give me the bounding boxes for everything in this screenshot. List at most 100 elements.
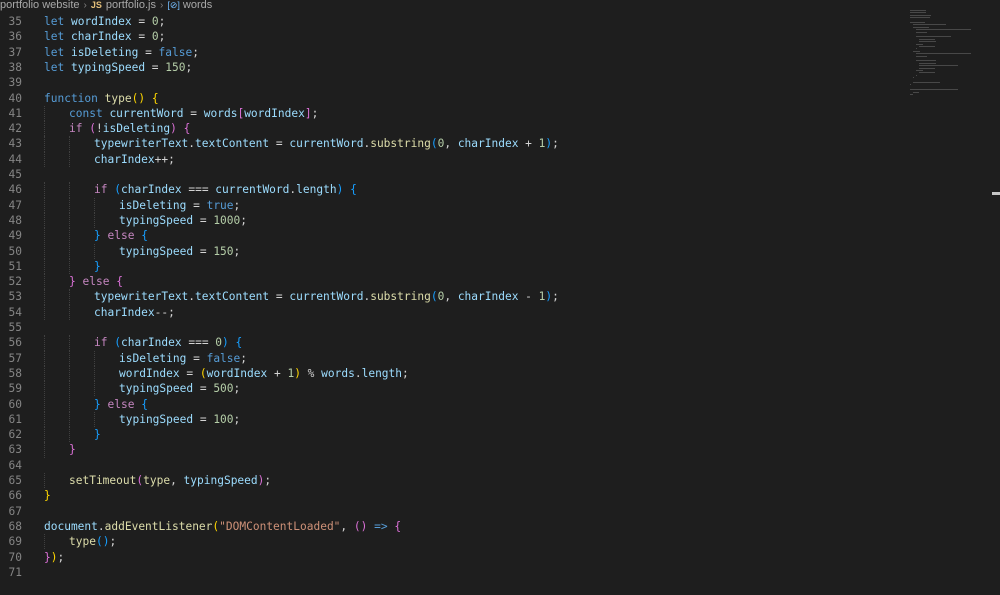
code-line[interactable]: 54 charIndex--; <box>0 304 900 320</box>
code-line[interactable]: 43 typewriterText.textContent = currentWo… <box>0 136 900 152</box>
minimap-line <box>916 53 971 55</box>
code-token: ; <box>240 351 248 365</box>
code-line[interactable]: 41 const currentWord = words[wordIndex]; <box>0 105 900 122</box>
code-token: substring <box>370 137 431 151</box>
code-token: ; <box>57 550 65 564</box>
code-line[interactable]: 59 typingSpeed = 500; <box>0 381 900 397</box>
minimap-line <box>916 43 924 45</box>
code-text: function type() { <box>44 91 159 106</box>
code-line[interactable]: 38 let typingSpeed = 150; <box>0 60 900 75</box>
minimap-line <box>919 65 958 67</box>
code-line[interactable]: 50 typingSpeed = 150; <box>0 243 900 259</box>
code-line[interactable]: 64 <box>0 458 900 473</box>
breadcrumb-folder[interactable]: portfolio website <box>0 0 80 11</box>
code-line[interactable]: 46 if (charIndex === currentWord.length) … <box>0 182 900 198</box>
indent-guide <box>44 350 45 366</box>
code-line[interactable]: 49} else { <box>0 228 900 244</box>
breadcrumb-file[interactable]: portfolio.js <box>106 0 156 11</box>
code-line[interactable]: 62} <box>0 427 900 443</box>
indent-guide <box>94 197 95 213</box>
code-text: type(); <box>69 534 116 549</box>
code-token: } <box>94 397 101 411</box>
line-number: 60 <box>8 397 22 411</box>
indent-guide <box>44 182 45 198</box>
indent-guide <box>69 350 70 366</box>
code-line[interactable]: 44 charIndex++; <box>0 151 900 167</box>
code-token: if <box>69 122 83 136</box>
code-token: typingSpeed <box>70 60 146 74</box>
line-number: 68 <box>8 519 22 533</box>
code-line[interactable]: 52} else { <box>0 274 900 290</box>
code-line[interactable]: 35 let wordIndex = 0; <box>0 14 900 29</box>
indent-guide <box>44 136 45 152</box>
code-token: = <box>193 244 214 258</box>
code-line[interactable]: 42 if (!isDeleting) { <box>0 121 900 137</box>
code-token: ; <box>185 60 193 74</box>
code-line[interactable]: 66} <box>0 488 900 503</box>
js-file-icon: JS <box>90 0 102 10</box>
code-line[interactable]: 71 <box>0 565 900 580</box>
indent-guide <box>69 151 70 167</box>
code-editor[interactable]: 35 let wordIndex = 0; 36 let charIndex = 0;… <box>0 12 990 595</box>
code-token: = <box>145 60 166 74</box>
code-token: addEventListener <box>104 519 213 533</box>
code-line[interactable]: 65 setTimeout(type, typingSpeed); <box>0 473 900 489</box>
minimap[interactable] <box>910 10 971 105</box>
indent-guide <box>44 381 45 397</box>
code-token: currentWord <box>109 106 184 120</box>
code-text: typingSpeed = 150; <box>119 244 240 259</box>
code-line[interactable]: 57 isDeleting = false; <box>0 350 900 366</box>
code-text: isDeleting = true; <box>119 198 240 213</box>
code-token: true <box>206 198 234 212</box>
code-line[interactable]: 70}); <box>0 550 900 565</box>
code-line[interactable]: 68 document.addEventListener("DOMContentL… <box>0 519 900 534</box>
code-line[interactable]: 60} else { <box>0 396 900 412</box>
line-number: 56 <box>8 336 22 350</box>
code-token: charIndex <box>457 137 519 151</box>
code-line[interactable]: 61 typingSpeed = 100; <box>0 411 900 428</box>
code-line[interactable]: 56 if (charIndex === 0) { <box>0 335 900 351</box>
code-token: = <box>131 15 152 28</box>
minimap-line <box>916 74 917 76</box>
code-token: === <box>181 336 216 350</box>
code-token: 500 <box>213 382 234 396</box>
code-token: isDeleting <box>102 122 171 136</box>
line-number: 51 <box>8 259 22 273</box>
code-line[interactable]: 36 let charIndex = 0; <box>0 29 900 44</box>
breadcrumb-symbol[interactable]: words <box>183 0 212 11</box>
line-number: 52 <box>8 275 22 289</box>
chevron-right-icon: › <box>83 0 87 11</box>
scrollbar-thumb[interactable] <box>992 192 1000 195</box>
code-token: words <box>321 366 355 380</box>
code-line[interactable]: 58 wordIndex = (wordIndex + 1) % words.le… <box>0 365 900 382</box>
code-token: % <box>300 366 322 380</box>
code-line[interactable]: 37 let isDeleting = false; <box>0 45 900 60</box>
indent-guide <box>69 243 70 259</box>
vertical-scrollbar[interactable] <box>990 12 1000 595</box>
code-token: length <box>296 183 337 197</box>
code-text: if (charIndex === 0) { <box>94 335 242 350</box>
code-line[interactable]: 45 <box>0 167 900 182</box>
code-line[interactable]: 39 <box>0 75 900 90</box>
indent-guide <box>44 365 45 382</box>
indent-guide <box>44 427 45 443</box>
code-line[interactable]: 53 typewriterText.textContent = currentWo… <box>0 289 900 305</box>
code-line[interactable]: 51} <box>0 258 900 275</box>
code-line[interactable]: 67 <box>0 504 900 519</box>
code-token: const <box>69 106 103 120</box>
code-token: currentWord <box>289 137 364 151</box>
minimap-line <box>919 72 936 74</box>
code-token: typingSpeed <box>119 213 194 227</box>
code-line[interactable]: 63} <box>0 442 900 458</box>
code-line[interactable]: 48 typingSpeed = 1000; <box>0 212 900 229</box>
code-line[interactable]: 40 function type() { <box>0 91 900 106</box>
code-token: textContent <box>195 290 270 304</box>
code-token: document <box>44 519 98 533</box>
code-line[interactable]: 69 type(); <box>0 534 900 550</box>
code-line[interactable]: 47 isDeleting = true; <box>0 197 900 213</box>
code-token: ( <box>114 336 121 350</box>
code-line[interactable]: 55 <box>0 320 900 335</box>
code-token: 1000 <box>213 213 241 227</box>
